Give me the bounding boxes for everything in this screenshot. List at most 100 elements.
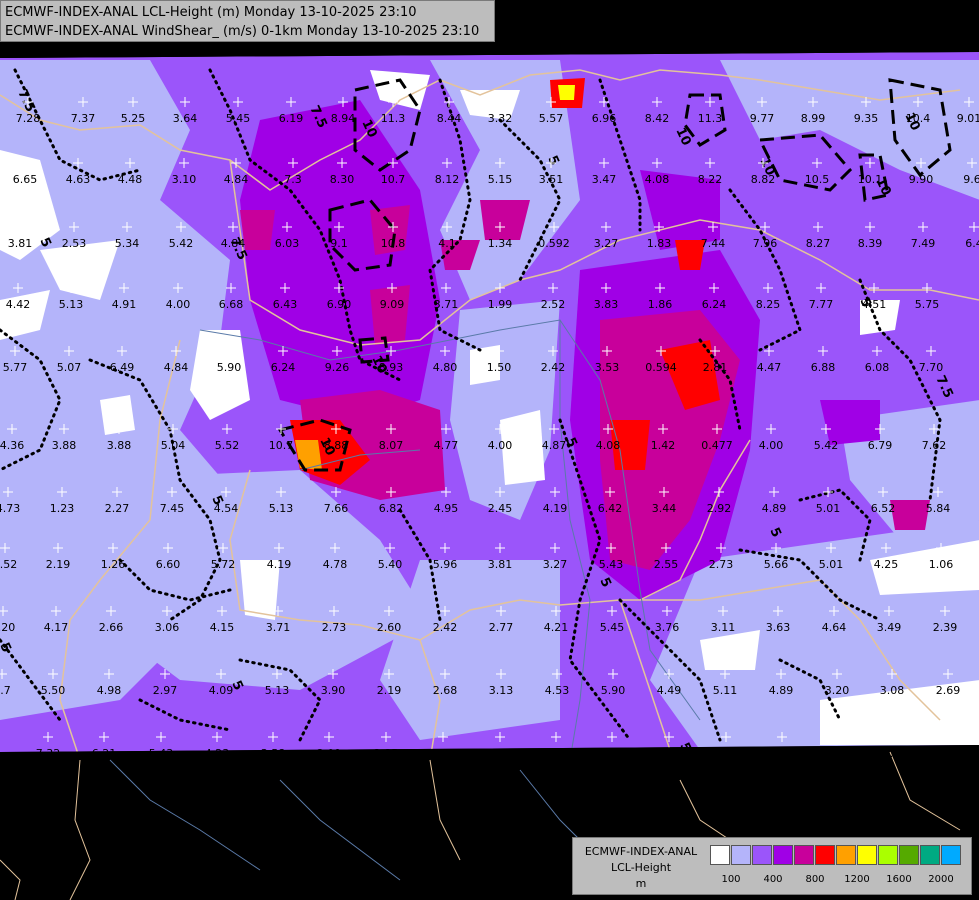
grid-value: 2.77 (489, 621, 514, 634)
grid-value: 8.25 (756, 298, 781, 311)
grid-value: 2.42 (433, 621, 458, 634)
grid-value: 10.8 (381, 237, 406, 250)
grid-value: 6.90 (327, 298, 352, 311)
grid-value: 5.07 (57, 361, 82, 374)
grid-value: 8.88 (324, 439, 349, 452)
grid-value: 4.84 (221, 237, 246, 250)
grid-value: 4.00 (166, 298, 191, 311)
grid-value: 9.35 (854, 112, 879, 125)
grid-value: 5.45 (226, 112, 251, 125)
grid-value: 6.24 (702, 298, 727, 311)
grid-value: 4.25 (874, 558, 899, 571)
grid-value: 5.11 (713, 684, 738, 697)
grid-value: 8.99 (801, 112, 826, 125)
grid-value: 0.791 (939, 747, 971, 760)
grid-value: 4.1 (438, 237, 456, 250)
grid-value: 10.7 (381, 173, 406, 186)
grid-value: 2.19 (377, 684, 402, 697)
grid-value: 6.65 (13, 173, 38, 186)
grid-value: 2.73 (709, 558, 734, 571)
grid-value: 6.43 (273, 298, 298, 311)
grid-value: 3.09 (317, 747, 342, 760)
grid-value: 6.49 (110, 361, 135, 374)
grid-value: 4.91 (112, 298, 137, 311)
grid-value: 2.52 (541, 298, 566, 311)
grid-value: 5.66 (764, 558, 789, 571)
grid-value: 5.13 (269, 502, 294, 515)
grid-value: 3.06 (155, 621, 180, 634)
grid-value: 11.3 (381, 112, 406, 125)
legend-swatch (857, 845, 877, 865)
grid-value: 8.27 (806, 237, 831, 250)
grid-value: 1.26 (101, 558, 126, 571)
grid-value: 2.73 (322, 621, 347, 634)
grid-value: 3.08 (880, 684, 905, 697)
grid-value: 4.08 (645, 173, 670, 186)
grid-value: 8.44 (437, 112, 462, 125)
grid-value: 4.89 (762, 502, 787, 515)
grid-value: 7.44 (701, 237, 726, 250)
grid-value: 9.77 (750, 112, 775, 125)
grid-value: 3.52 (0, 558, 17, 571)
grid-value: 10.7 (269, 439, 294, 452)
grid-value: 2.42 (541, 361, 566, 374)
grid-value: 3.11 (711, 621, 736, 634)
grid-value: 1.42 (651, 439, 676, 452)
grid-value: 5.25 (121, 112, 146, 125)
grid-value: 9.01 (957, 112, 979, 125)
grid-value: 6.19 (279, 112, 304, 125)
grid-value: 4.19 (267, 558, 292, 571)
grid-value: 4.42 (6, 298, 31, 311)
grid-value: 4.47 (757, 361, 782, 374)
grid-value: 3.71 (434, 298, 459, 311)
grid-value: 2.81 (703, 361, 728, 374)
legend-tick-label: 400 (763, 874, 783, 885)
grid-value: 7.70 (919, 361, 944, 374)
legend-tick-label: 800 (805, 874, 825, 885)
grid-value: 2.38 (883, 747, 908, 760)
grid-value: 6.08 (865, 361, 890, 374)
grid-value: 4.78 (323, 558, 348, 571)
grid-value: 4.87 (542, 439, 567, 452)
grid-value: 4.63 (66, 173, 91, 186)
grid-value: 6.52 (871, 502, 896, 515)
grid-value: 4.21 (544, 621, 569, 634)
grid-value: 2.66 (99, 621, 124, 634)
grid-value: 4.80 (433, 361, 458, 374)
grid-value: 4.98 (97, 684, 122, 697)
legend-tick-label: 1600 (886, 874, 912, 885)
grid-value: 5.77 (3, 361, 28, 374)
grid-value: 3.88 (52, 439, 77, 452)
map-canvas: 7.5107.55101010101057.557.5555555105 7.2… (0, 0, 979, 900)
grid-value: 10.1 (858, 173, 883, 186)
grid-value: 6.4 (965, 237, 979, 250)
grid-value: 3.51 (539, 173, 564, 186)
grid-value: 4.19 (543, 502, 568, 515)
grid-value: 2.19 (46, 558, 71, 571)
grid-value: 6.68 (219, 298, 244, 311)
grid-value: 4.36 (0, 439, 24, 452)
grid-value: 6.79 (868, 439, 893, 452)
grid-value: 3.32 (488, 112, 513, 125)
legend-unit: m (635, 877, 647, 890)
grid-value: 5.15 (488, 173, 513, 186)
grid-value: 3.20 (825, 684, 850, 697)
grid-value: 8.22 (698, 173, 723, 186)
grid-value: 7.62 (922, 439, 947, 452)
grid-value: 6.03 (275, 237, 300, 250)
grid-value: 1.50 (487, 361, 512, 374)
legend-tick-label: 1200 (844, 874, 870, 885)
grid-value: 4.00 (759, 439, 784, 452)
grid-value: 4.09 (209, 684, 234, 697)
grid-value: 7.96 (753, 237, 778, 250)
grid-value: 2.85 (374, 747, 399, 760)
grid-value: 5.90 (601, 684, 626, 697)
grid-value: 3.58 (261, 747, 286, 760)
grid-value: 5.34 (115, 237, 140, 250)
grid-value: 1.99 (488, 298, 513, 311)
grid-value: 5.50 (41, 684, 66, 697)
grid-value: 4.84 (224, 173, 249, 186)
grid-value: 5.43 (149, 747, 174, 760)
grid-value: 3.13 (489, 684, 514, 697)
legend-swatch (752, 845, 772, 865)
